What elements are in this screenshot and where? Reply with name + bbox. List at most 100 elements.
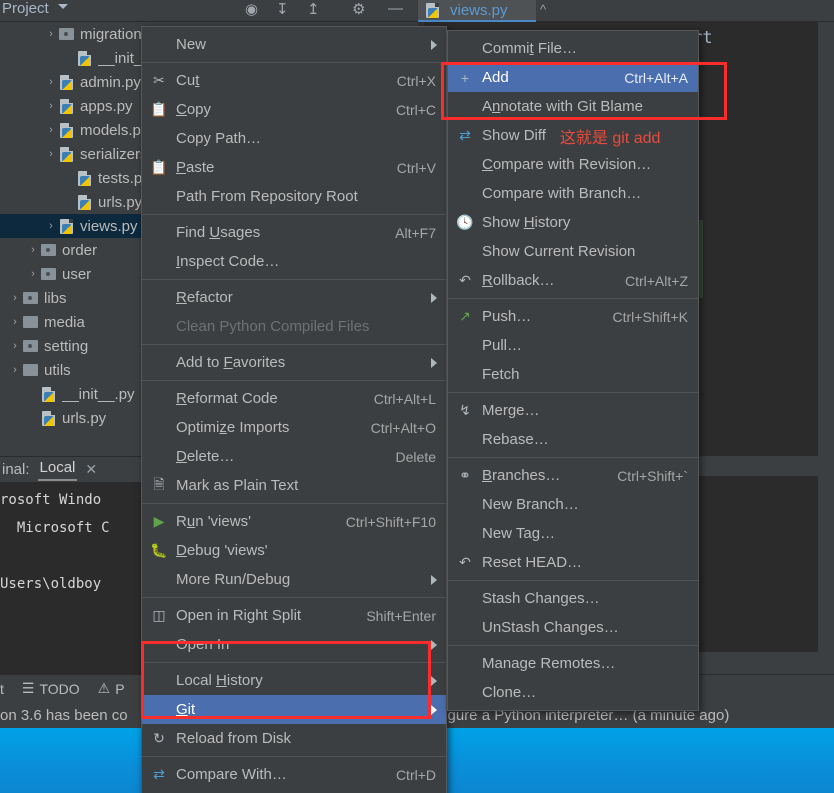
menu-item-mark-directory-as[interactable]: Mark Directory as <box>142 789 446 793</box>
copy-icon: 📋 <box>150 101 168 117</box>
tree-item--init-py[interactable]: __init__.py <box>0 46 142 70</box>
menu-item-show-diff[interactable]: ⇄ Show Diff 这就是 git add <box>448 121 698 150</box>
minimize-icon[interactable]: — <box>388 0 403 17</box>
menu-item-optimize-imports[interactable]: Optimize Imports Ctrl+Alt+O <box>142 413 446 442</box>
menu-item-paste[interactable]: 📋 Paste Ctrl+V <box>142 153 446 182</box>
menu-item-fetch[interactable]: Fetch <box>448 360 698 389</box>
menu-item-manage-remotes[interactable]: Manage Remotes… <box>448 649 698 678</box>
menu-item-compare-with-revision[interactable]: Compare with Revision… <box>448 150 698 179</box>
menu-item-branches[interactable]: ⚭ Branches… Ctrl+Shift+` <box>448 461 698 490</box>
menu-item-clone[interactable]: Clone… <box>448 678 698 707</box>
status-item-problems[interactable]: ⚠ P <box>98 680 125 697</box>
tree-item-order[interactable]: › order <box>0 238 142 262</box>
chevron-right-icon[interactable]: › <box>8 364 22 376</box>
tree-item--init-py[interactable]: __init__.py <box>0 382 142 406</box>
menu-item-run-views[interactable]: ▶ Run 'views' Ctrl+Shift+F10 <box>142 507 446 536</box>
settings-gear-icon[interactable]: ⚙ <box>352 0 365 18</box>
chevron-right-icon[interactable]: › <box>26 244 40 256</box>
menu-item-mark-as-plain-text[interactable]: 🗎 Mark as Plain Text <box>142 471 446 500</box>
close-icon[interactable]: ✕ <box>85 461 97 478</box>
status-item-0[interactable]: t <box>0 681 4 697</box>
menu-item-merge[interactable]: ↯ Merge… <box>448 396 698 425</box>
chevron-up-icon[interactable]: ^ <box>540 2 546 17</box>
chevron-down-icon[interactable] <box>58 4 68 9</box>
tree-item-apps-py[interactable]: › apps.py <box>0 94 142 118</box>
menu-item-local-history[interactable]: Local History <box>142 666 446 695</box>
menu-item-reset-head[interactable]: ↶ Reset HEAD… <box>448 548 698 577</box>
menu-item-open-in[interactable]: Open In <box>142 630 446 659</box>
menu-item-copy[interactable]: 📋 Copy Ctrl+C <box>142 95 446 124</box>
menu-item-open-in-right-split[interactable]: ◫ Open in Right Split Shift+Enter <box>142 601 446 630</box>
submenu-arrow-icon <box>431 357 437 368</box>
chevron-right-icon[interactable]: › <box>44 148 58 160</box>
right-tool-strip[interactable] <box>818 22 834 674</box>
menu-item-refactor[interactable]: Refactor <box>142 283 446 312</box>
chevron-right-icon[interactable]: › <box>44 76 58 88</box>
menu-item-compare-with[interactable]: ⇄ Compare With… Ctrl+D <box>142 760 446 789</box>
menu-item-label: Compare with Branch… <box>482 185 642 202</box>
menu-item-new[interactable]: New <box>142 30 446 59</box>
menu-item-rebase[interactable]: Rebase… <box>448 425 698 454</box>
menu-item-path-from-repository-root[interactable]: Path From Repository Root <box>142 182 446 211</box>
chevron-right-icon[interactable]: › <box>8 340 22 352</box>
terminal-output[interactable]: rosoft Windo Microsoft C Users\oldboy <box>0 482 142 674</box>
download-icon[interactable]: ↧ <box>276 0 289 18</box>
menu-item-add[interactable]: + Add Ctrl+Alt+A <box>448 63 698 92</box>
chevron-right-icon[interactable]: › <box>44 124 58 136</box>
menu-item-shortcut: Ctrl+V <box>396 159 436 176</box>
menu-item-label: Merge… <box>482 402 540 419</box>
terminal-tab-local[interactable]: Local <box>37 459 78 481</box>
menu-item-show-current-revision[interactable]: Show Current Revision <box>448 237 698 266</box>
menu-item-reload-from-disk[interactable]: ↻ Reload from Disk <box>142 724 446 753</box>
menu-item-pull[interactable]: Pull… <box>448 331 698 360</box>
tree-item-urls-py[interactable]: urls.py <box>0 406 142 430</box>
menu-item-push[interactable]: ↗ Push… Ctrl+Shift+K <box>448 302 698 331</box>
chevron-right-icon[interactable]: › <box>44 100 58 112</box>
project-tree[interactable]: ›migrations__init__.py›admin.py›apps.py›… <box>0 22 142 456</box>
menu-item-more-run-debug[interactable]: More Run/Debug <box>142 565 446 594</box>
tree-item-libs[interactable]: › libs <box>0 286 142 310</box>
menu-item-inspect-code[interactable]: Inspect Code… <box>142 247 446 276</box>
tree-item-views-py[interactable]: › views.py <box>0 214 142 238</box>
tree-item-media[interactable]: › media <box>0 310 142 334</box>
tree-item-user[interactable]: › user <box>0 262 142 286</box>
chevron-right-icon[interactable]: › <box>44 28 58 40</box>
context-menu[interactable]: New ✂ Cut Ctrl+X 📋 Copy Ctrl+C Copy Path… 📋 Paste… <box>141 26 447 793</box>
menu-item-find-usages[interactable]: Find Usages Alt+F7 <box>142 218 446 247</box>
project-panel-title[interactable]: Project <box>2 0 49 17</box>
tree-item-admin-py[interactable]: › admin.py <box>0 70 142 94</box>
menu-item-commit-file[interactable]: Commit File… <box>448 34 698 63</box>
menu-item-compare-with-branch[interactable]: Compare with Branch… <box>448 179 698 208</box>
chevron-right-icon[interactable]: › <box>8 316 22 328</box>
tree-item-setting[interactable]: › setting <box>0 334 142 358</box>
editor-tab-views-py[interactable]: views.py <box>418 0 536 22</box>
menu-item-cut[interactable]: ✂ Cut Ctrl+X <box>142 66 446 95</box>
menu-item-unstash-changes[interactable]: UnStash Changes… <box>448 613 698 642</box>
menu-item-annotate-with-git-blame[interactable]: Annotate with Git Blame <box>448 92 698 121</box>
menu-item-git[interactable]: Git <box>142 695 446 724</box>
tree-item-urls-py[interactable]: urls.py <box>0 190 142 214</box>
chevron-right-icon[interactable]: › <box>8 292 22 304</box>
upload-icon[interactable]: ↥ <box>307 0 320 18</box>
chevron-right-icon[interactable]: › <box>26 268 40 280</box>
menu-item-new-tag[interactable]: New Tag… <box>448 519 698 548</box>
menu-item-rollback[interactable]: ↶ Rollback… Ctrl+Alt+Z <box>448 266 698 295</box>
menu-item-copy-path[interactable]: Copy Path… <box>142 124 446 153</box>
menu-item-delete[interactable]: Delete… Delete <box>142 442 446 471</box>
menu-item-stash-changes[interactable]: Stash Changes… <box>448 584 698 613</box>
menu-item-new-branch[interactable]: New Branch… <box>448 490 698 519</box>
chevron-right-icon[interactable]: › <box>44 220 58 232</box>
menu-item-debug-views[interactable]: 🐛 Debug 'views' <box>142 536 446 565</box>
menu-item-reformat-code[interactable]: Reformat Code Ctrl+Alt+L <box>142 384 446 413</box>
menu-item-add-to-favorites[interactable]: Add to Favorites <box>142 348 446 377</box>
tree-item-migrations[interactable]: › migrations <box>0 22 142 46</box>
tree-item-utils[interactable]: › utils <box>0 358 142 382</box>
status-item-todo[interactable]: ☰ TODO <box>22 680 80 697</box>
globe-icon[interactable]: ◉ <box>245 0 258 18</box>
tree-item-serializers-py[interactable]: › serializers.py <box>0 142 142 166</box>
git-submenu[interactable]: Commit File… + Add Ctrl+Alt+A Annotate with … <box>447 30 699 711</box>
menu-item-show-history[interactable]: 🕓 Show History <box>448 208 698 237</box>
tree-item-label: serializers.py <box>80 145 142 163</box>
tree-item-tests-py[interactable]: tests.py <box>0 166 142 190</box>
tree-item-models-py[interactable]: › models.py <box>0 118 142 142</box>
